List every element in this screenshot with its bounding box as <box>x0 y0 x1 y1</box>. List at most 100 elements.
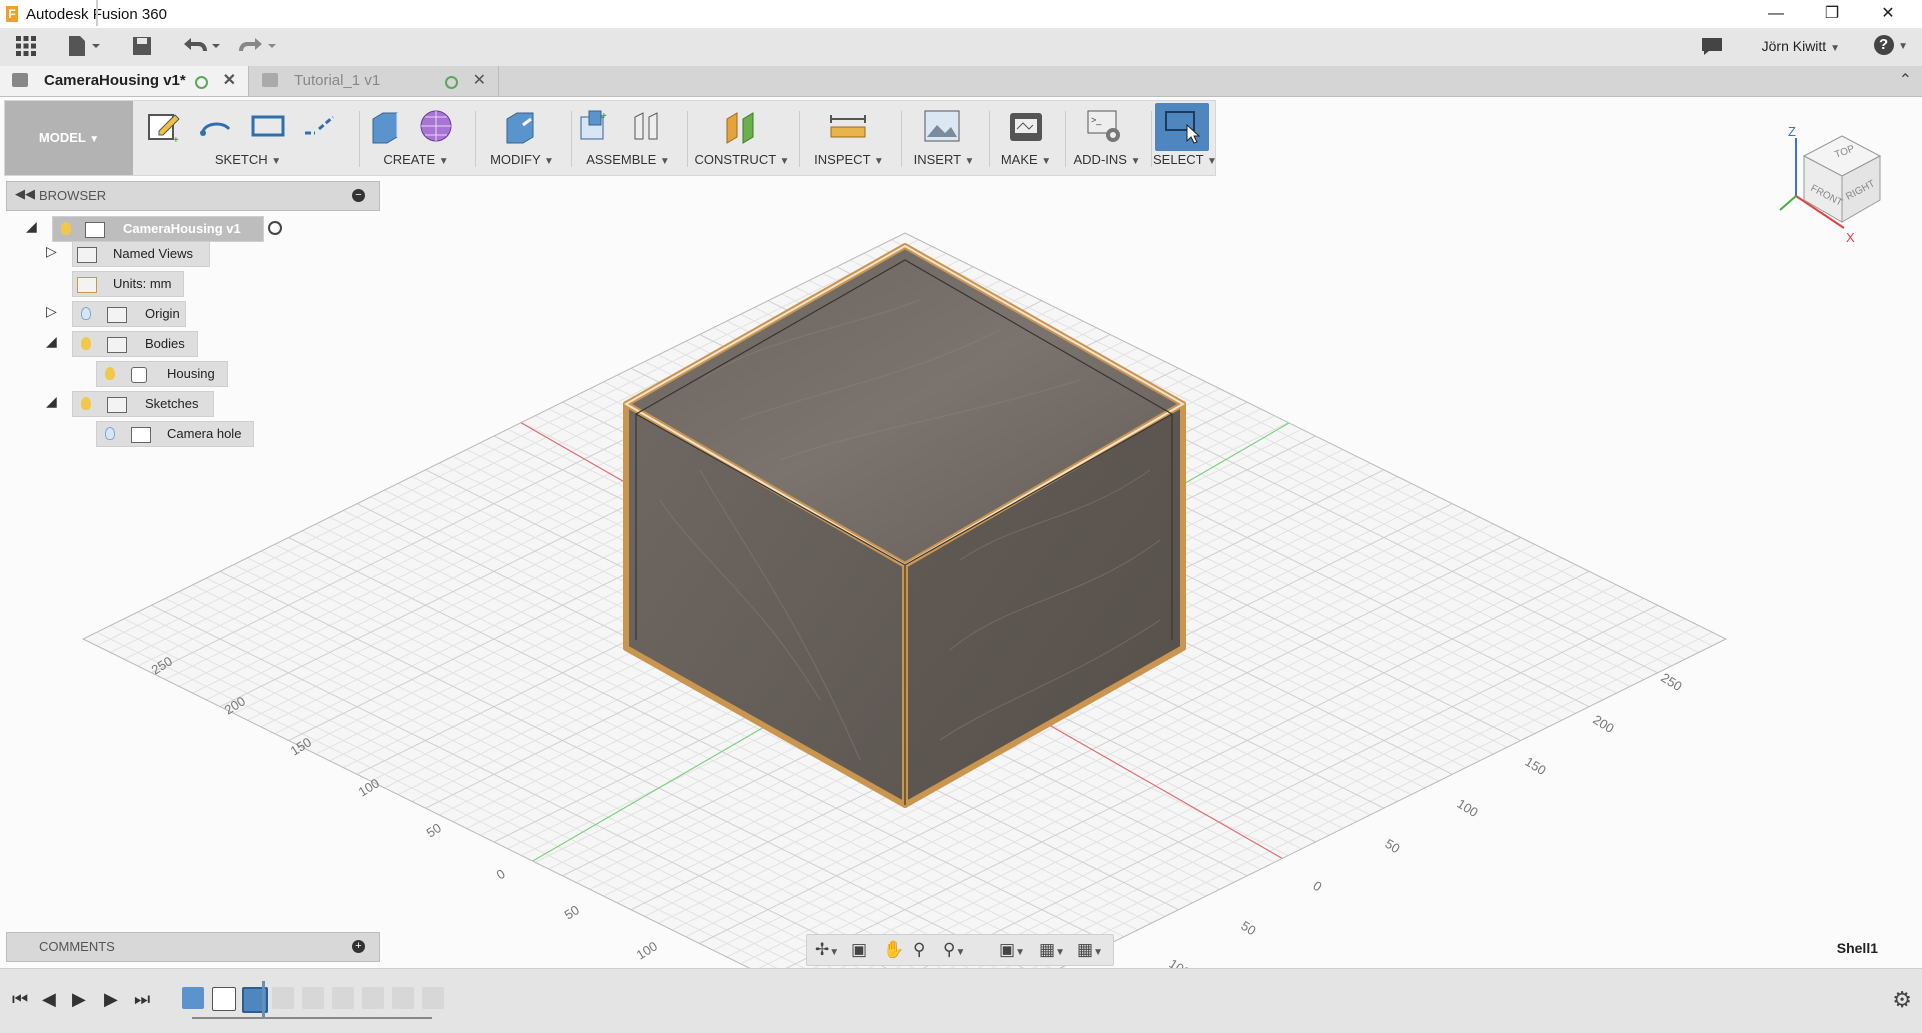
ribbon-group-insert[interactable]: INSERT ▼ <box>903 101 990 175</box>
notifications-icon[interactable] <box>1700 34 1724 60</box>
help-menu[interactable]: ? ▼ <box>1873 35 1908 55</box>
go-to-end-icon[interactable]: ⏭ <box>134 989 150 1010</box>
ribbon-group-sketch[interactable]: + SKETCH ▼ <box>141 101 360 175</box>
browser-panel-header[interactable]: ◀◀ BROWSER − <box>6 181 380 211</box>
body-icon <box>131 367 147 383</box>
look-at-icon[interactable]: ▣ <box>851 940 867 960</box>
timeline-feature-icon[interactable] <box>362 987 384 1009</box>
create-form-icon[interactable] <box>417 107 455 145</box>
sketch-arc-icon[interactable] <box>197 107 235 145</box>
grid-settings-icon[interactable]: ▦▼ <box>1039 940 1065 960</box>
visibility-bulb-icon[interactable] <box>105 367 115 380</box>
ribbon-group-construct[interactable]: CONSTRUCT ▼ <box>689 101 800 175</box>
collapse-triangle-icon[interactable]: ◢ <box>46 333 57 350</box>
file-menu-icon[interactable] <box>66 34 100 60</box>
workspace-switcher[interactable]: MODEL ▼ <box>5 101 133 175</box>
doc-tab-camerahousing[interactable]: CameraHousing v1* ✕ <box>0 66 249 96</box>
timeline-feature-icon[interactable] <box>422 987 444 1009</box>
timeline-feature-icon[interactable] <box>392 987 414 1009</box>
zoom-icon[interactable]: ⚲ <box>913 940 925 960</box>
ribbon-group-inspect[interactable]: INSPECT ▼ <box>801 101 902 175</box>
user-menu[interactable]: Jörn Kiwitt ▼ <box>1762 38 1840 54</box>
minimize-icon[interactable]: — <box>1748 0 1804 28</box>
view-cube[interactable]: Z X TOP FRONT RIGHT <box>1772 118 1902 248</box>
minimize-panel-icon[interactable]: − <box>352 189 365 202</box>
play-icon[interactable]: ▶ <box>72 989 86 1010</box>
ribbon-group-create[interactable]: CREATE ▼ <box>361 101 476 175</box>
new-component-icon[interactable]: + <box>575 107 613 145</box>
timeline-feature-icon[interactable] <box>332 987 354 1009</box>
offset-plane-icon[interactable] <box>723 107 761 145</box>
ribbon-group-select[interactable]: SELECT ▼ <box>1153 101 1217 175</box>
expand-triangle-icon[interactable]: ▷ <box>46 243 57 260</box>
timeline-feature-body-icon[interactable] <box>182 987 204 1009</box>
timeline-marker[interactable] <box>262 981 265 1017</box>
tree-item-sketches[interactable]: Sketches <box>72 391 214 417</box>
data-panel-grid-icon[interactable] <box>14 34 38 60</box>
insert-image-icon[interactable] <box>923 107 961 145</box>
press-pull-icon[interactable] <box>501 107 539 145</box>
canvas-viewport[interactable]: 250 200 150 100 50 0 50 100 250 200 150 … <box>0 97 1922 968</box>
ribbon-group-label: INSPECT <box>814 152 871 167</box>
restore-icon[interactable]: ❐ <box>1804 0 1860 28</box>
3d-canvas[interactable]: 250 200 150 100 50 0 50 100 250 200 150 … <box>0 97 1922 968</box>
visibility-bulb-icon[interactable] <box>105 427 115 440</box>
undo-icon[interactable] <box>180 34 220 60</box>
tree-item-camera-hole-row[interactable]: Camera hole <box>96 421 254 447</box>
sketch-line-icon[interactable] <box>301 107 339 145</box>
scripts-addins-icon[interactable]: >_ <box>1085 107 1123 145</box>
expand-triangle-icon[interactable]: ▷ <box>46 303 57 320</box>
add-comment-icon[interactable]: + <box>352 940 365 953</box>
3d-print-icon[interactable] <box>1007 107 1045 145</box>
chevron-down-icon: ▼ <box>438 156 449 167</box>
timeline-feature-sketch-icon[interactable] <box>212 987 236 1011</box>
ribbon-group-make[interactable]: MAKE ▼ <box>991 101 1066 175</box>
visibility-bulb-icon[interactable] <box>81 397 91 410</box>
doc-tab-tutorial[interactable]: Tutorial_1 v1 ✕ <box>250 66 499 96</box>
ribbon-group-label: SKETCH <box>214 152 268 167</box>
ribbon-group-label: ADD-INS <box>1073 152 1127 167</box>
viewports-icon[interactable]: ▦▼ <box>1077 940 1103 960</box>
tree-item-camera-hole[interactable] <box>96 0 98 26</box>
measure-icon[interactable] <box>829 107 867 145</box>
close-window-icon[interactable]: ✕ <box>1860 0 1916 28</box>
gear-icon[interactable]: ⚙ <box>1892 987 1912 1013</box>
select-cursor-icon[interactable] <box>1163 107 1201 145</box>
close-tab-icon[interactable]: ✕ <box>223 66 236 96</box>
close-tab-icon[interactable]: ✕ <box>473 66 486 96</box>
pan-hand-icon[interactable]: ✋ <box>883 940 904 960</box>
go-to-start-icon[interactable]: ⏮ <box>12 989 28 1010</box>
timeline-feature-icon[interactable] <box>302 987 324 1009</box>
sketch-rectangle-icon[interactable] <box>249 107 287 145</box>
step-back-icon[interactable]: ◀ <box>42 989 56 1010</box>
grid-label: 250 <box>1658 670 1684 694</box>
ribbon-group-add-ins[interactable]: >_ ADD-INS ▼ <box>1067 101 1152 175</box>
tree-item-housing[interactable]: Housing <box>96 361 228 387</box>
collapse-panel-icon[interactable]: ◀◀ <box>15 186 35 202</box>
redo-icon[interactable] <box>236 34 276 60</box>
comments-panel-header[interactable]: COMMENTS + <box>6 932 380 962</box>
tree-item-units[interactable]: Units: mm <box>72 271 184 297</box>
zoom-window-icon[interactable]: ⚲▼ <box>943 940 965 960</box>
timeline-feature-icon[interactable] <box>272 987 294 1009</box>
extrude-icon[interactable] <box>367 107 405 145</box>
tree-item-named-views[interactable]: Named Views <box>72 241 210 267</box>
step-forward-icon[interactable]: ▶ <box>104 989 118 1010</box>
visibility-bulb-icon[interactable] <box>81 337 91 350</box>
orbit-icon[interactable]: ✢▼ <box>815 940 839 960</box>
display-settings-icon[interactable]: ▣▼ <box>999 940 1025 960</box>
collapse-triangle-icon[interactable]: ◢ <box>46 393 57 410</box>
activate-radio-icon[interactable] <box>268 221 282 235</box>
visibility-bulb-icon[interactable] <box>61 222 71 235</box>
create-sketch-icon[interactable]: + <box>145 107 183 145</box>
visibility-bulb-icon[interactable] <box>81 307 91 320</box>
collapse-toolbar-icon[interactable]: ⌃ <box>1899 70 1912 90</box>
save-icon[interactable] <box>130 34 154 60</box>
tree-item-bodies[interactable]: Bodies <box>72 331 198 357</box>
ribbon-group-assemble[interactable]: + ASSEMBLE ▼ <box>573 101 688 175</box>
ribbon-group-modify[interactable]: MODIFY ▼ <box>477 101 572 175</box>
collapse-triangle-icon[interactable]: ◢ <box>26 218 37 235</box>
tree-item-origin[interactable]: Origin <box>72 301 186 327</box>
joint-icon[interactable] <box>627 107 665 145</box>
tree-root-camerahousing[interactable]: CameraHousing v1 <box>52 216 264 242</box>
